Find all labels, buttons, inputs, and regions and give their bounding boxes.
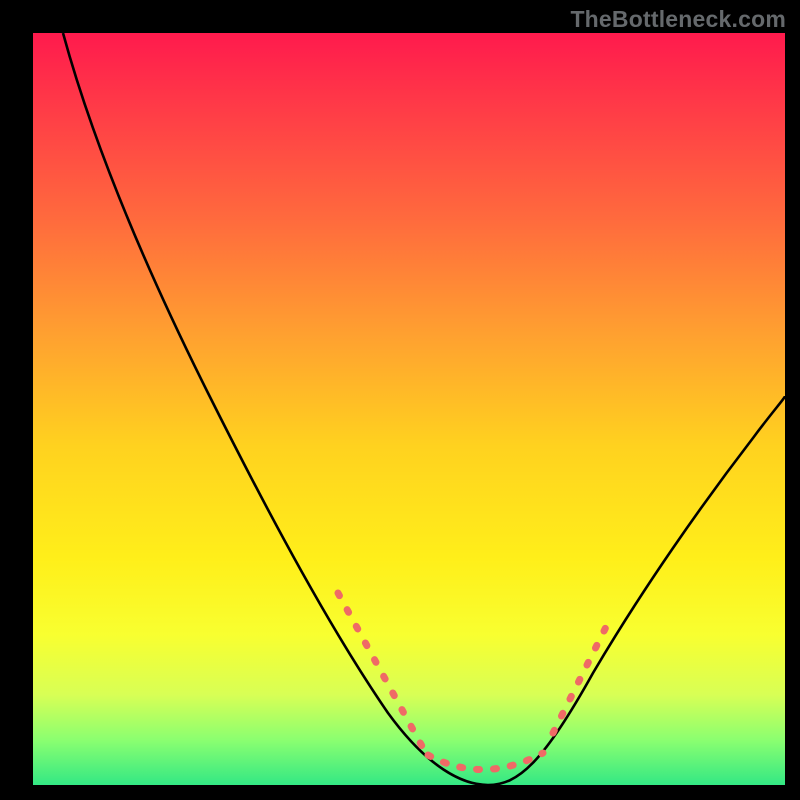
watermark-text: TheBottleneck.com <box>570 6 786 33</box>
bottleneck-curve-path <box>63 33 785 785</box>
chart-plot-area <box>33 33 785 785</box>
bottleneck-curve-svg <box>33 33 785 785</box>
highlight-dots-right <box>553 623 608 733</box>
highlight-dots-bottom <box>428 753 543 770</box>
highlight-dots-left <box>338 593 423 748</box>
